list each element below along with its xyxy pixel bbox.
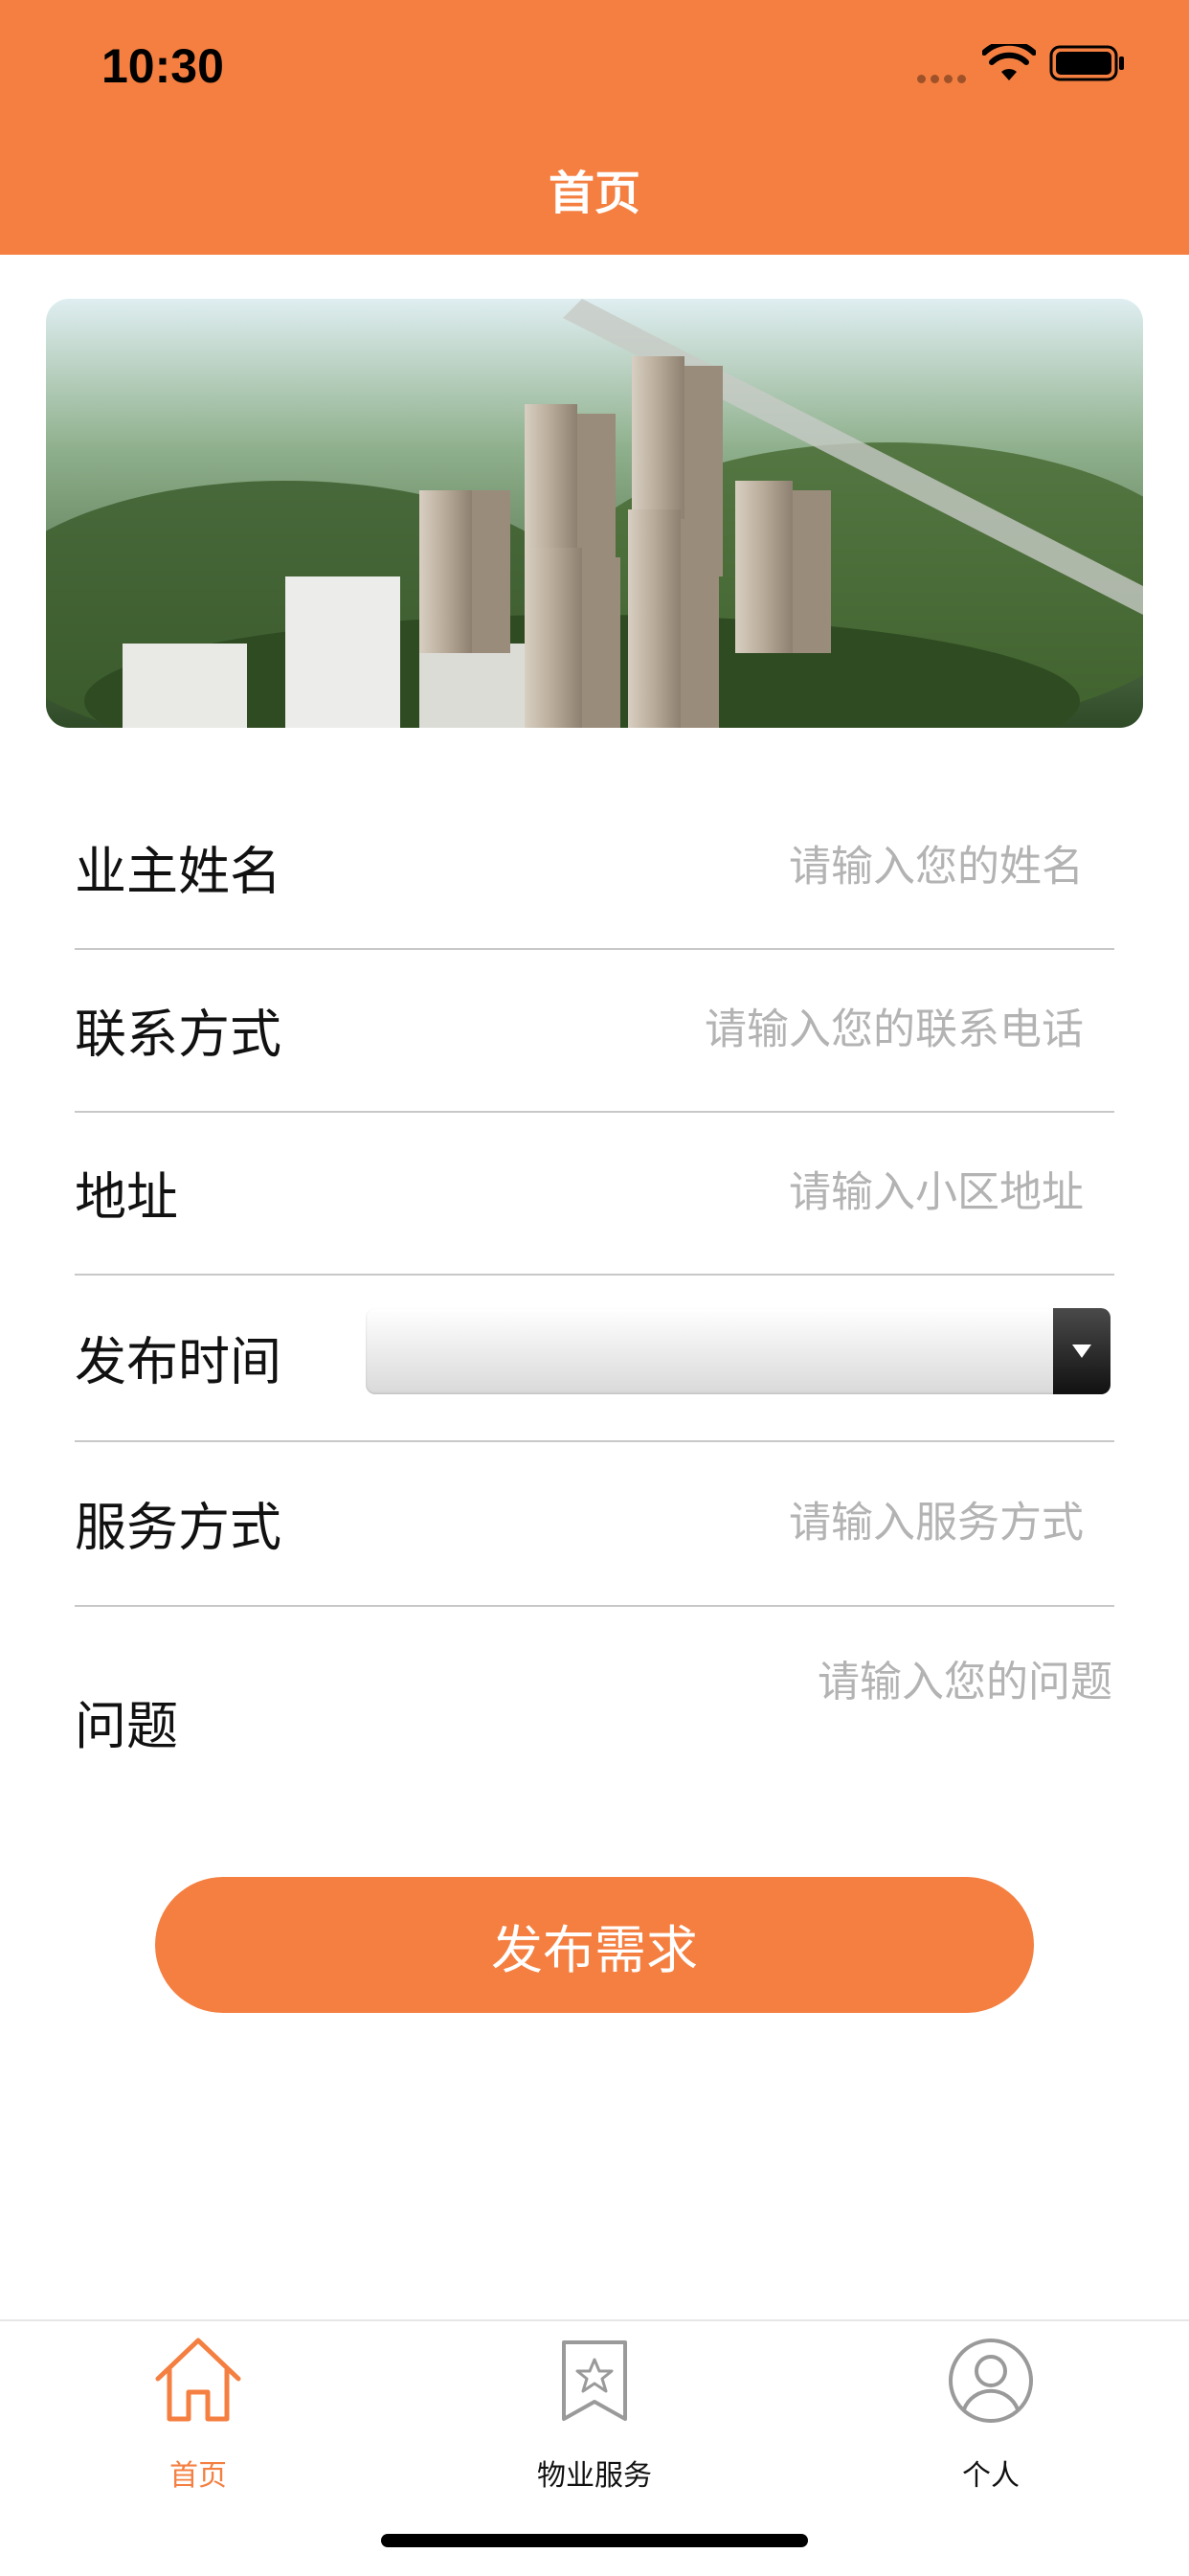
service-label: 服务方式 bbox=[75, 1497, 281, 1558]
question-input[interactable] bbox=[440, 1645, 1114, 1783]
publish-time-row: 发布时间 bbox=[75, 1274, 1114, 1442]
service-input[interactable] bbox=[412, 1497, 1086, 1548]
dropdown-arrow-icon[interactable] bbox=[1053, 1308, 1110, 1394]
tab-profile-label: 个人 bbox=[962, 2459, 1020, 2493]
user-icon bbox=[949, 2339, 1033, 2423]
question-label: 问题 bbox=[75, 1696, 178, 1756]
bookmark-star-icon bbox=[562, 2340, 627, 2421]
contact-label: 联系方式 bbox=[75, 1004, 281, 1065]
contact-row: 联系方式 bbox=[75, 948, 1114, 1113]
service-row: 服务方式 bbox=[75, 1440, 1114, 1607]
wifi-icon bbox=[982, 44, 1036, 80]
contact-input[interactable] bbox=[412, 1004, 1086, 1055]
banner-image bbox=[46, 299, 1143, 728]
publish-time-select[interactable] bbox=[366, 1308, 1110, 1394]
address-label: 地址 bbox=[75, 1166, 178, 1228]
publish-time-label: 发布时间 bbox=[75, 1331, 281, 1392]
address-row: 地址 bbox=[75, 1111, 1114, 1276]
home-icon bbox=[155, 2338, 241, 2422]
owner-name-row: 业主姓名 bbox=[75, 785, 1114, 950]
address-input[interactable] bbox=[412, 1166, 1086, 1218]
page-title: 首页 bbox=[548, 167, 640, 220]
status-time: 10:30 bbox=[101, 39, 224, 93]
battery-icon bbox=[1049, 45, 1124, 81]
tab-property-service-label: 物业服务 bbox=[537, 2459, 652, 2493]
tab-property-service[interactable]: 物业服务 bbox=[396, 2321, 793, 2513]
owner-name-input[interactable] bbox=[412, 841, 1086, 893]
question-row: 问题 bbox=[75, 1609, 1114, 1800]
tab-profile[interactable]: 个人 bbox=[793, 2321, 1189, 2513]
cellular-signal-icon bbox=[917, 69, 971, 87]
tab-home[interactable]: 首页 bbox=[0, 2321, 396, 2513]
publish-request-button[interactable]: 发布需求 bbox=[155, 1877, 1034, 2013]
owner-name-label: 业主姓名 bbox=[75, 841, 281, 902]
home-indicator bbox=[381, 2534, 808, 2547]
top-bar: 10:30 首页 bbox=[0, 0, 1189, 255]
tab-home-label: 首页 bbox=[169, 2459, 227, 2493]
